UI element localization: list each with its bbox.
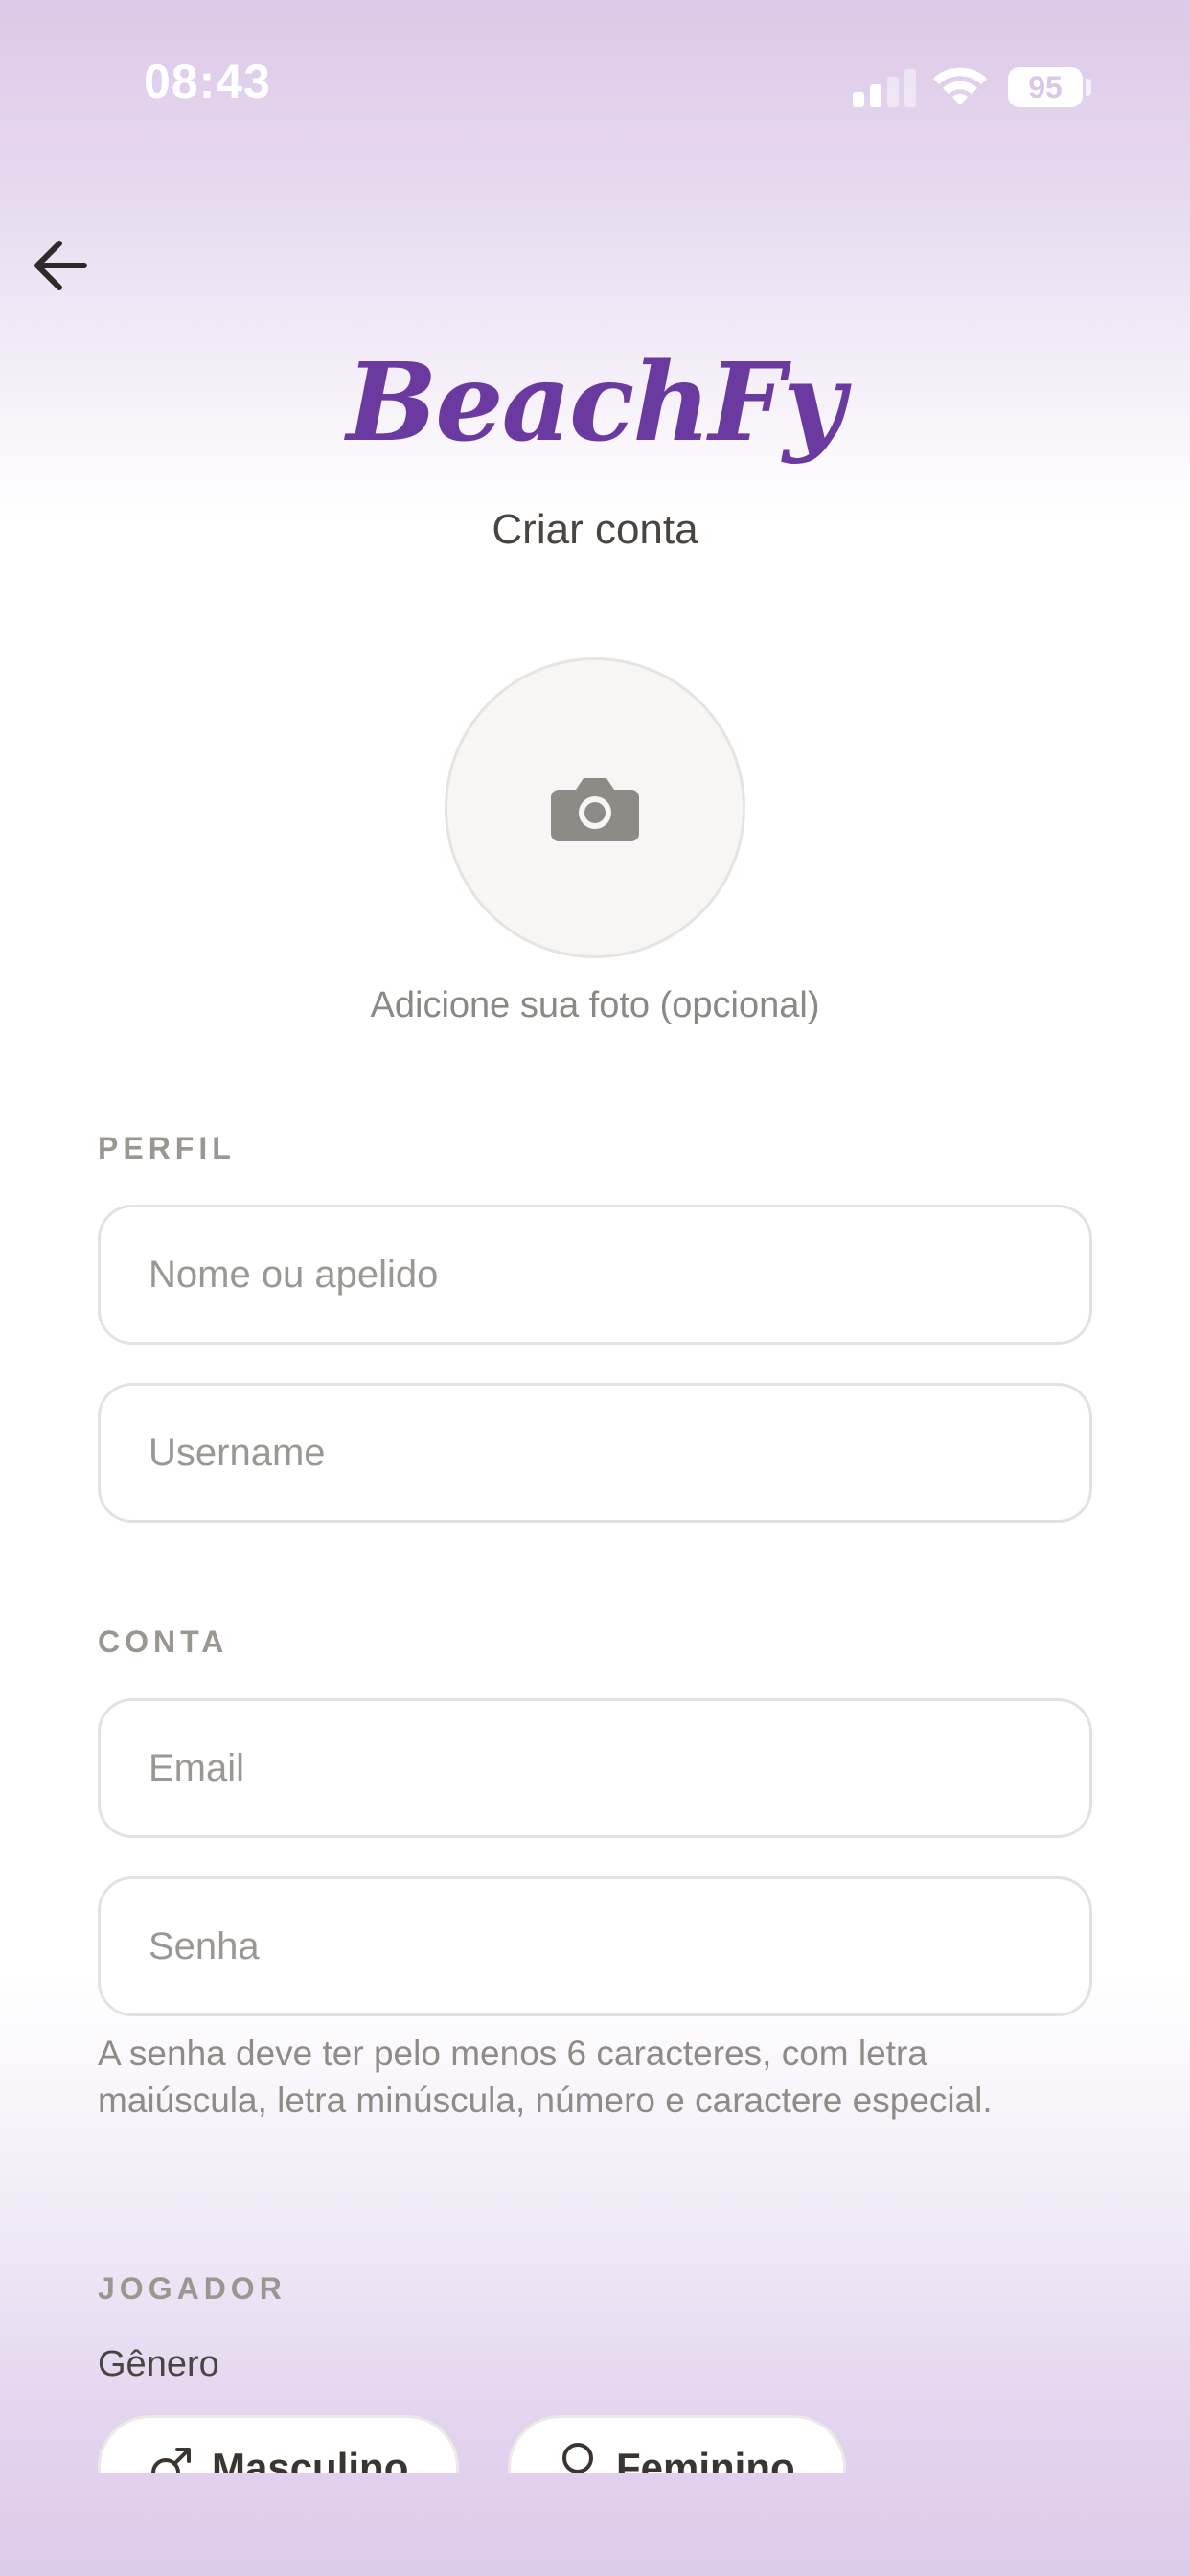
gender-option-label: Masculino [212, 2445, 409, 2472]
status-bar: 08:43 95 [0, 0, 1190, 172]
gender-option-label: Feminino [616, 2445, 795, 2472]
section-label-profile: PERFIL [98, 1131, 236, 1165]
password-input[interactable] [98, 1876, 1092, 2016]
gender-label: Gênero [98, 2344, 219, 2384]
photo-upload-button[interactable] [445, 657, 745, 958]
female-symbol-icon [562, 2443, 593, 2472]
name-input[interactable] [98, 1205, 1092, 1345]
email-input[interactable] [98, 1698, 1092, 1838]
gender-options: Masculino Feminino [0, 2396, 1190, 2472]
photo-hint: Adicione sua foto (opcional) [370, 985, 820, 1025]
battery-icon: 95 [1008, 67, 1083, 107]
signal-icon [853, 69, 916, 107]
male-symbol-icon [151, 2448, 191, 2472]
gender-option-male[interactable]: Masculino [98, 2415, 460, 2472]
brand-logo: BeachFy [346, 340, 846, 466]
section-label-player: JOGADOR [98, 2271, 286, 2306]
username-input[interactable] [98, 1383, 1092, 1523]
arrow-left-icon[interactable] [29, 232, 96, 299]
wifi-icon [933, 67, 987, 105]
battery-tip [1086, 79, 1091, 96]
gender-option-female[interactable]: Feminino [508, 2415, 846, 2472]
page-title: Criar conta [492, 506, 698, 553]
section-label-account: CONTA [98, 1624, 229, 1659]
battery-level: 95 [1028, 69, 1063, 104]
password-helper-text: A senha deve ter pelo menos 6 caracteres… [98, 2034, 993, 2120]
status-time: 08:43 [144, 55, 271, 108]
camera-icon [551, 778, 639, 841]
